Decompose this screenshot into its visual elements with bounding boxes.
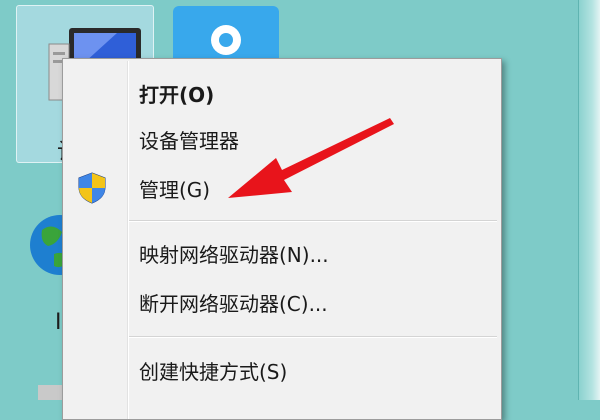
menu-item-label: 断开网络驱动器(C)... [139,292,328,316]
menu-item-label: 映射网络驱动器(N)... [139,243,329,267]
menu-separator [129,220,497,222]
menu-item-create-shortcut[interactable]: 创建快捷方式(S) [63,348,501,388]
window-frame-edge [578,0,600,400]
menu-separator [129,336,497,338]
annotation-arrow-icon [228,118,394,198]
menu-item-label: 打开(O) [139,83,215,107]
menu-item-open[interactable]: 打开(O) [63,71,501,111]
menu-item-label: 创建快捷方式(S) [139,360,288,384]
menu-item-label: 管理(G) [139,178,211,202]
menu-item-map-network-drive[interactable]: 映射网络驱动器(N)... [63,231,501,271]
menu-item-disconnect-network-drive[interactable]: 断开网络驱动器(C)... [63,280,501,320]
desktop-shortcut-icon[interactable] [38,385,62,400]
uac-shield-icon [78,172,106,204]
desktop-icon-label: I [55,310,62,335]
